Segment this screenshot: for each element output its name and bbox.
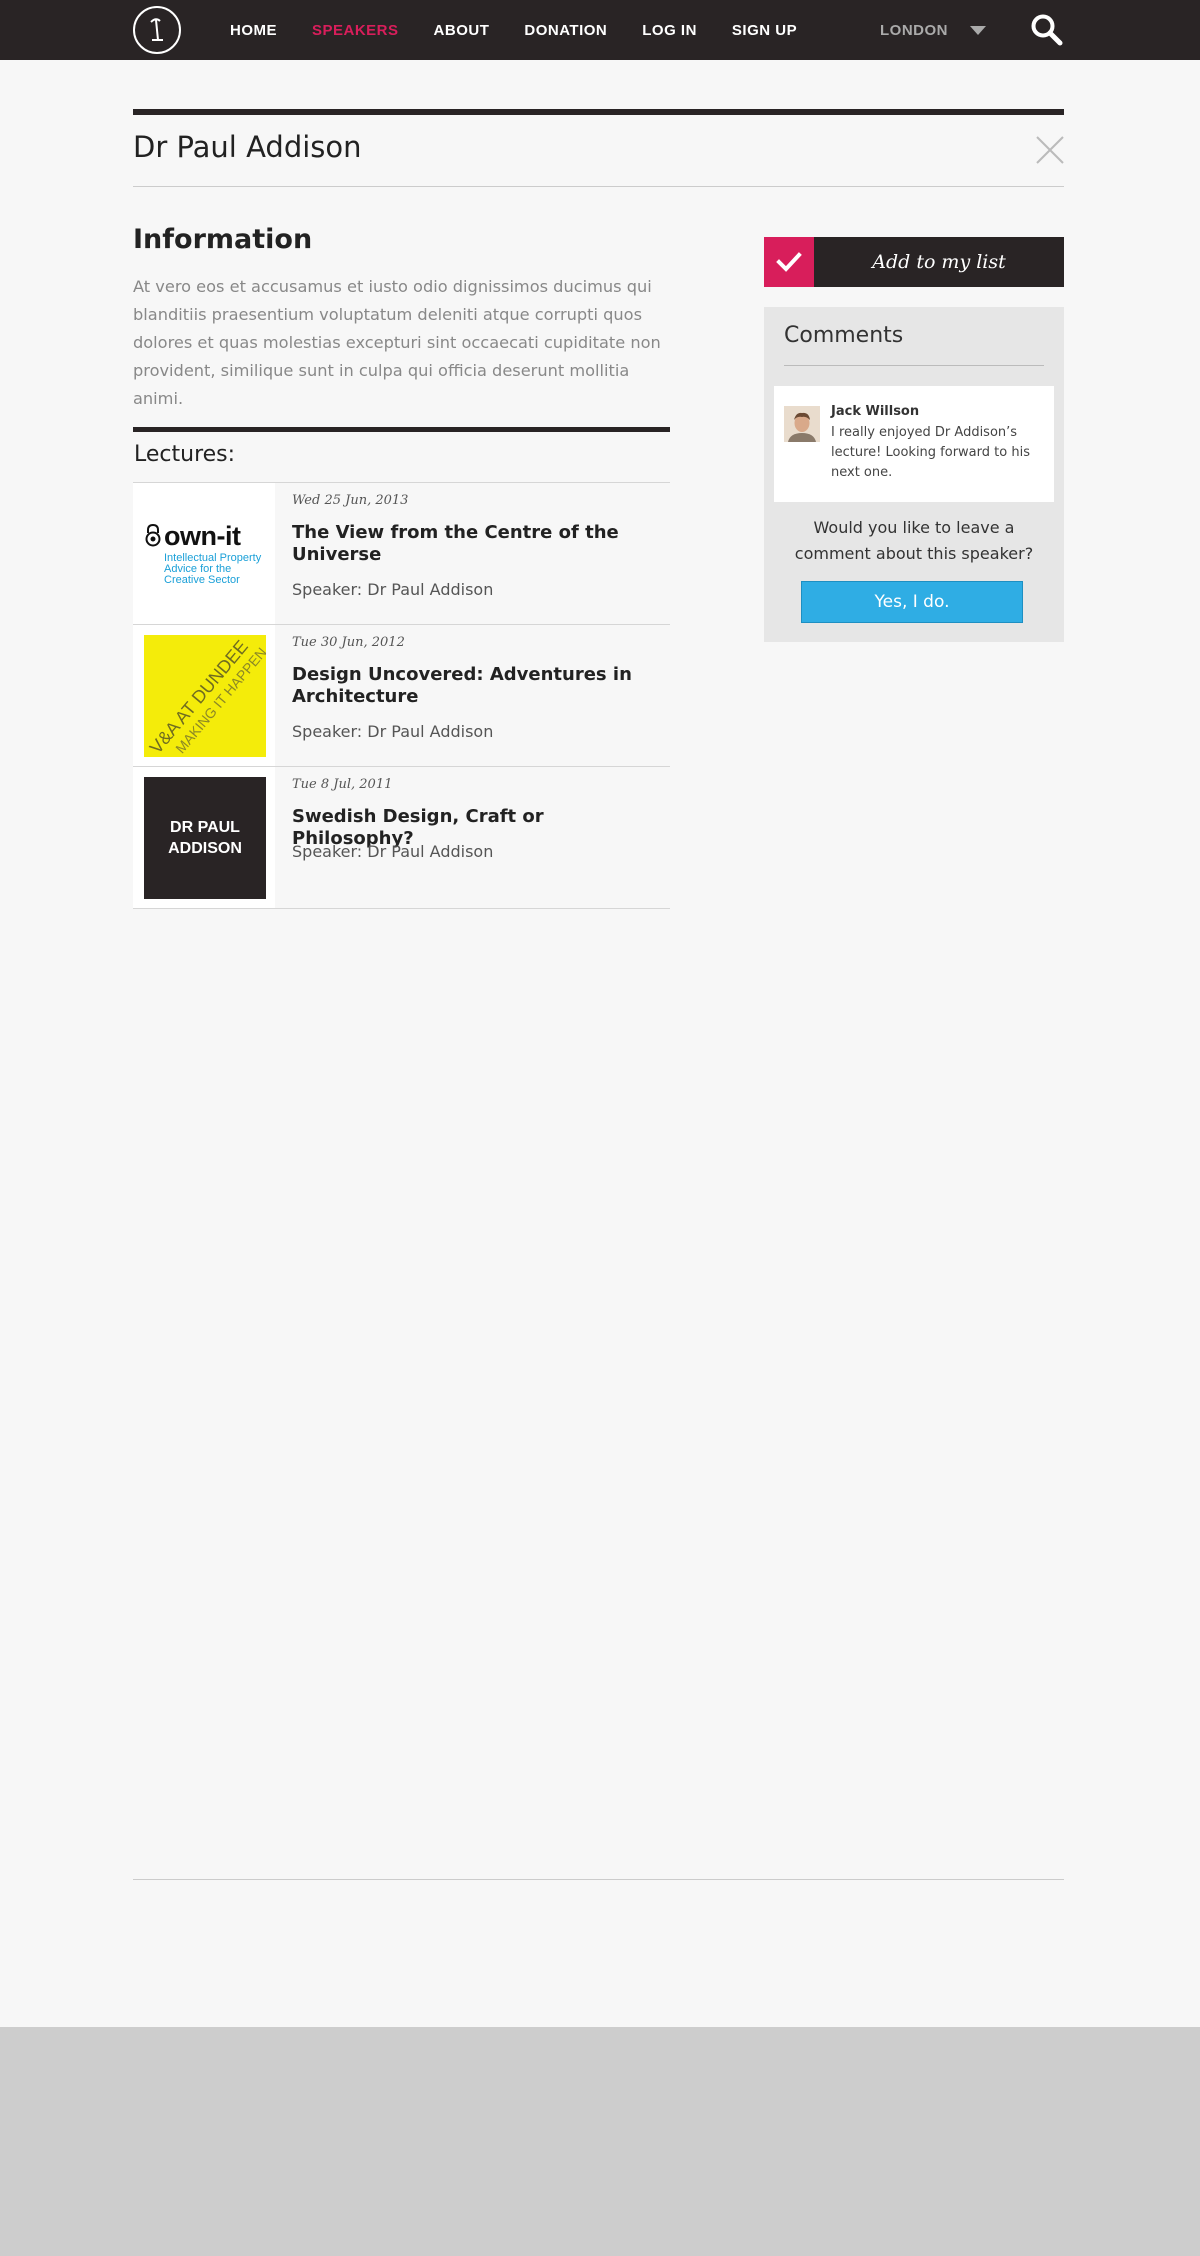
comment-author: Jack Willson <box>831 404 920 419</box>
lectures-rule <box>133 427 670 432</box>
nav-speakers[interactable]: SPEAKERS <box>312 22 399 39</box>
padlock-icon <box>145 523 161 547</box>
page-title: Dr Paul Addison <box>133 130 362 164</box>
nav-home[interactable]: HOME <box>230 22 277 39</box>
information-text: At vero eos et accusamus et iusto odio d… <box>133 277 661 408</box>
add-to-list-button[interactable]: Add to my list <box>764 237 1064 287</box>
close-icon[interactable] <box>1036 136 1064 164</box>
lamp-logo-icon[interactable] <box>133 6 181 54</box>
lecture-thumbnail: DR PAUL ADDISON <box>133 767 275 908</box>
search-icon[interactable] <box>1030 13 1064 47</box>
add-to-list-label: Add to my list <box>872 251 1006 273</box>
comments-divider <box>784 365 1044 366</box>
top-navigation-bar: HOME SPEAKERS ABOUT DONATION LOG IN SIGN… <box>0 0 1200 60</box>
speaker-name-tile: DR PAUL ADDISON <box>144 777 266 899</box>
va-dundee-poster: V&A AT DUNDEE MAKING IT HAPPEN <box>144 635 266 757</box>
comment-card: Jack Willson I really enjoyed Dr Addison… <box>774 386 1054 502</box>
nav-about[interactable]: ABOUT <box>434 22 490 39</box>
leave-comment-button[interactable]: Yes, I do. <box>801 581 1023 623</box>
lecture-speaker: Speaker: Dr Paul Addison <box>292 580 494 599</box>
comment-text: I really enjoyed Dr Addison’s lecture! L… <box>831 425 1030 480</box>
lecture-speaker: Speaker: Dr Paul Addison <box>292 722 494 741</box>
footer-divider <box>133 1879 1064 1880</box>
lecture-item[interactable]: V&A AT DUNDEE MAKING IT HAPPEN Tue 30 Ju… <box>133 624 670 766</box>
nav-sign-up[interactable]: SIGN UP <box>732 22 797 39</box>
caret-down-icon <box>970 25 986 35</box>
lecture-date: Tue 30 Jun, 2012 <box>292 635 405 650</box>
nav-log-in[interactable]: LOG IN <box>642 22 697 39</box>
lecture-speaker: Speaker: Dr Paul Addison <box>292 842 494 861</box>
city-label: LONDON <box>880 21 948 39</box>
lecture-item[interactable]: DR PAUL ADDISON Tue 8 Jul, 2011 Swedish … <box>133 766 670 909</box>
title-rule <box>133 109 1064 115</box>
comments-panel: Comments Jack Willson I really enjoyed D… <box>764 307 1064 642</box>
lecture-thumbnail: V&A AT DUNDEE MAKING IT HAPPEN <box>133 625 275 766</box>
information-heading: Information <box>133 224 313 255</box>
checkmark-icon <box>764 237 814 287</box>
footer <box>0 2027 1200 2256</box>
lecture-thumbnail: own-it Intellectual Property Advice for … <box>133 483 275 624</box>
lecture-title[interactable]: Design Uncovered: Adventures in Architec… <box>292 664 652 708</box>
lecture-title[interactable]: The View from the Centre of the Universe <box>292 522 652 566</box>
main-nav: HOME SPEAKERS ABOUT DONATION LOG IN SIGN… <box>230 0 832 60</box>
lectures-list: own-it Intellectual Property Advice for … <box>133 482 670 909</box>
lecture-item[interactable]: own-it Intellectual Property Advice for … <box>133 482 670 624</box>
city-selector[interactable]: LONDON <box>880 0 986 60</box>
lecture-date: Tue 8 Jul, 2011 <box>292 777 393 792</box>
lecture-date: Wed 25 Jun, 2013 <box>292 493 409 508</box>
avatar <box>784 406 820 442</box>
comment-prompt: Would you like to leave a comment about … <box>794 518 1034 563</box>
lectures-heading: Lectures: <box>134 442 236 467</box>
comments-heading: Comments <box>784 323 904 348</box>
title-divider <box>133 186 1064 187</box>
nav-donation[interactable]: DONATION <box>524 22 607 39</box>
